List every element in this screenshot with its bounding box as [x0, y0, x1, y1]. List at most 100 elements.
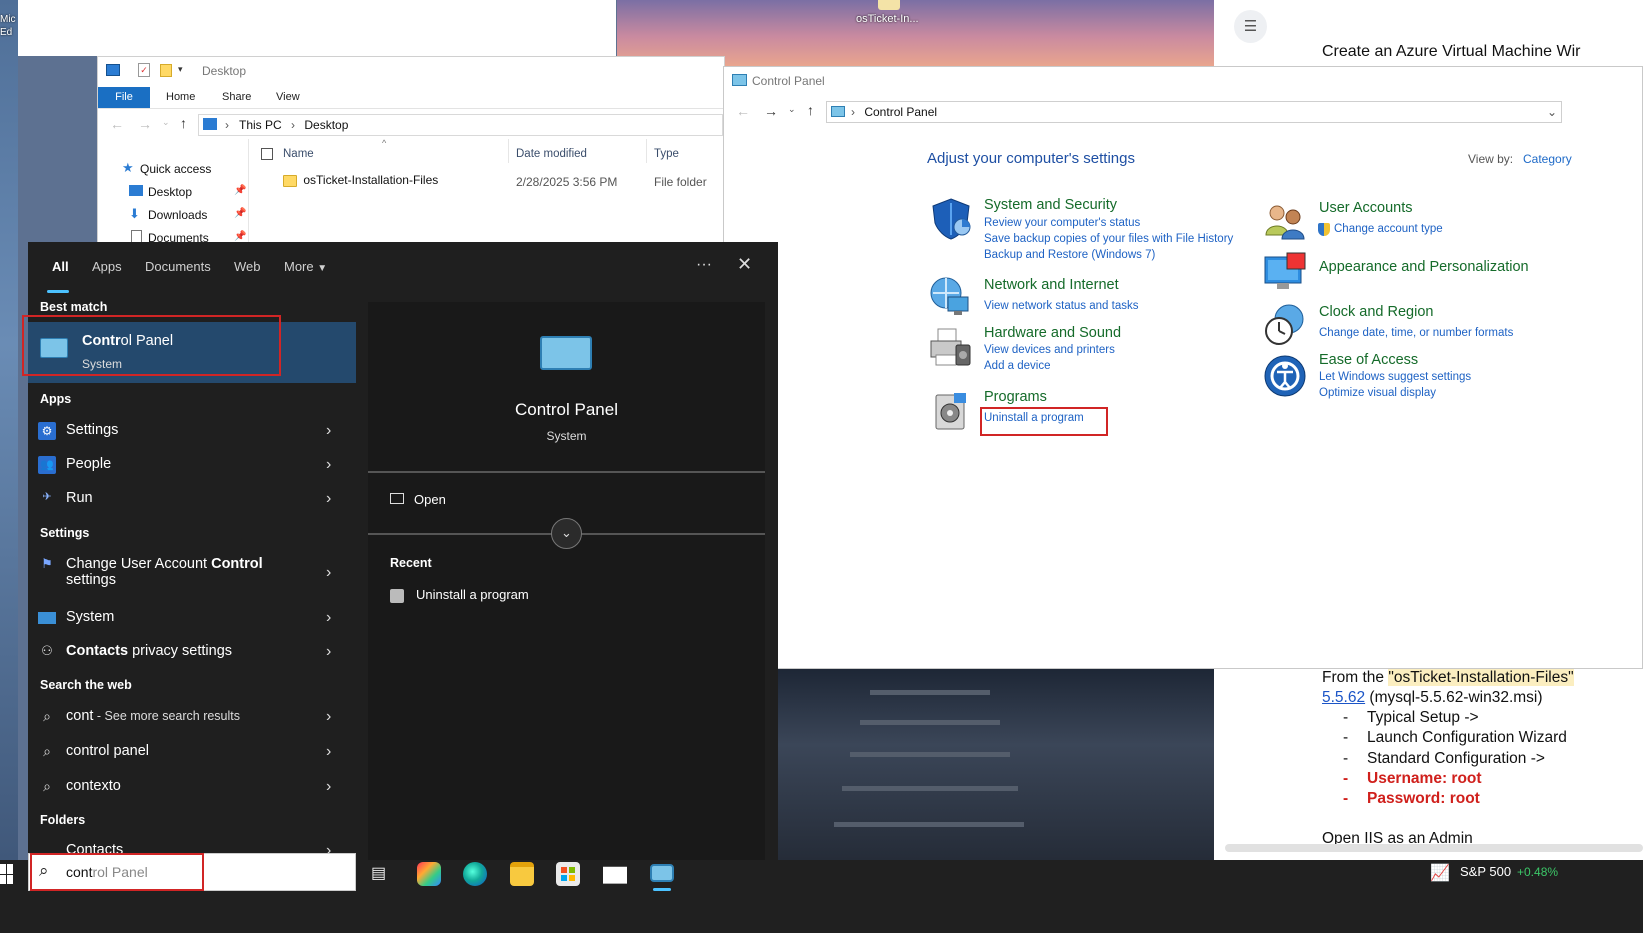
desktop-left-icon-label[interactable]: Mic Ed — [0, 13, 16, 39]
run-icon: ✈ — [42, 491, 52, 503]
doc-scrollbar[interactable] — [1225, 844, 1643, 852]
accessibility-icon[interactable] — [1263, 354, 1307, 398]
chevron-right-icon: › — [326, 643, 332, 660]
properties-icon[interactable]: ✓ — [138, 63, 150, 77]
doc-bullet: - Username: root — [1343, 770, 1482, 787]
copilot-icon[interactable] — [417, 862, 441, 886]
tab-apps[interactable]: Apps — [92, 259, 122, 274]
table-row[interactable]: osTicket-Installation-Files 2/28/2025 3:… — [283, 173, 723, 191]
store-icon[interactable] — [556, 862, 580, 886]
category-appearance[interactable]: Appearance and Personalization — [1319, 259, 1529, 275]
ticker-name[interactable]: S&P 500 — [1460, 864, 1511, 879]
ellipsis-icon[interactable]: ··· — [696, 256, 712, 274]
column-date-modified[interactable]: Date modified — [516, 148, 587, 160]
control-panel-window-icon — [732, 74, 747, 86]
app-people[interactable]: 👥 People › — [28, 456, 356, 480]
task-view-icon[interactable]: ▤ — [371, 863, 386, 883]
nav-downloads[interactable]: Downloads — [148, 208, 207, 222]
web-result[interactable]: ⌕ contexto › — [28, 778, 356, 802]
file-explorer-icon[interactable] — [510, 862, 534, 886]
ribbon-tab-home[interactable]: Home — [154, 87, 207, 108]
tab-all[interactable]: All — [52, 259, 69, 274]
clock-icon[interactable] — [1263, 303, 1307, 347]
tab-web[interactable]: Web — [234, 259, 261, 274]
sort-up-icon: ^ — [382, 138, 387, 148]
category-ease-of-access[interactable]: Ease of Access — [1319, 352, 1418, 368]
link-backup-restore[interactable]: Backup and Restore (Windows 7) — [984, 249, 1155, 261]
shield-icon[interactable] — [929, 197, 973, 241]
category-user-accounts[interactable]: User Accounts — [1319, 200, 1413, 216]
users-icon[interactable] — [1263, 201, 1307, 245]
setting-contacts-privacy[interactable]: ⚇ Contacts privacy settings › — [28, 643, 356, 667]
ribbon-tab-view[interactable]: View — [264, 87, 312, 108]
up-arrow-icon[interactable]: ↑ — [180, 115, 187, 131]
forward-arrow-icon[interactable]: → — [764, 103, 778, 119]
category-programs[interactable]: Programs — [984, 389, 1047, 405]
link-devices-printers[interactable]: View devices and printers — [984, 344, 1115, 356]
category-system-security[interactable]: System and Security — [984, 197, 1117, 213]
qat-dropdown-icon[interactable]: ▾ — [178, 64, 183, 75]
open-action[interactable]: Open — [390, 492, 750, 516]
category-network-internet[interactable]: Network and Internet — [984, 277, 1119, 293]
printer-icon[interactable] — [928, 325, 972, 369]
windows-start-icon[interactable] — [0, 864, 13, 884]
forward-arrow-icon[interactable]: → — [138, 116, 152, 132]
recent-dropdown-icon[interactable]: ⌄ — [788, 104, 796, 115]
edge-icon[interactable] — [463, 862, 487, 886]
address-dropdown-icon[interactable]: ⌄ — [1547, 102, 1557, 122]
back-arrow-icon[interactable]: ← — [736, 103, 750, 119]
web-result[interactable]: ⌕ control panel › — [28, 743, 356, 767]
link-add-device[interactable]: Add a device — [984, 360, 1051, 372]
mysql-link[interactable]: 5.5.62 — [1322, 689, 1365, 706]
cp-address-bar[interactable]: › Control Panel ⌄ — [826, 101, 1562, 123]
web-result[interactable]: ⌕ cont - See more search results › — [28, 708, 356, 732]
breadcrumb-sep: › — [225, 118, 229, 132]
column-divider — [646, 139, 647, 163]
link-network-status[interactable]: View network status and tasks — [984, 300, 1138, 312]
desktop-folder-icon[interactable] — [878, 0, 900, 10]
app-settings[interactable]: ⚙ Settings › — [28, 422, 356, 446]
link-review-status[interactable]: Review your computer's status — [984, 217, 1140, 229]
link-optimize-display[interactable]: Optimize visual display — [1319, 387, 1436, 399]
monitor-icon[interactable] — [1263, 251, 1307, 295]
outline-icon[interactable]: ☰ — [1234, 10, 1267, 43]
up-arrow-icon[interactable]: ↑ — [807, 102, 814, 118]
nav-quick-access[interactable]: Quick access — [140, 162, 211, 176]
recent-item[interactable]: Uninstall a program — [390, 587, 750, 603]
recent-dropdown-icon[interactable]: ⌄ — [162, 117, 170, 128]
setting-uac[interactable]: ⚑ Change User Account Control settings › — [28, 556, 356, 596]
back-arrow-icon[interactable]: ← — [110, 116, 124, 132]
category-clock-region[interactable]: Clock and Region — [1319, 304, 1433, 320]
ribbon-tab-file[interactable]: File — [98, 87, 150, 108]
breadcrumb-control-panel[interactable]: Control Panel — [864, 105, 937, 119]
app-run[interactable]: ✈ Run › — [28, 490, 356, 514]
link-date-time-formats[interactable]: Change date, time, or number formats — [1319, 327, 1513, 339]
nav-desktop[interactable]: Desktop — [148, 185, 192, 199]
setting-system[interactable]: System › — [28, 609, 356, 633]
link-suggest-settings[interactable]: Let Windows suggest settings — [1319, 371, 1471, 383]
network-icon[interactable] — [928, 275, 972, 319]
breadcrumb-this-pc[interactable]: This PC — [239, 118, 282, 132]
column-name[interactable]: Name — [283, 148, 314, 160]
expand-chevron-icon[interactable]: ⌄ — [551, 518, 582, 549]
close-icon[interactable]: ✕ — [737, 254, 752, 275]
gear-icon: ⚙ — [38, 422, 56, 440]
search-icon: ⌕ — [43, 778, 51, 794]
link-file-history[interactable]: Save backup copies of your files with Fi… — [984, 233, 1233, 245]
select-all-checkbox[interactable] — [261, 148, 273, 160]
desktop-icon-label[interactable]: osTicket-In... — [856, 13, 919, 25]
link-change-account-type[interactable]: Change account type — [1334, 223, 1443, 235]
new-folder-icon[interactable] — [160, 64, 172, 77]
programs-icon[interactable] — [930, 389, 974, 433]
ticker-change[interactable]: +0.48% — [1517, 865, 1558, 879]
tab-documents[interactable]: Documents — [145, 259, 211, 274]
ribbon-tab-share[interactable]: Share — [210, 87, 263, 108]
column-type[interactable]: Type — [654, 148, 679, 160]
tab-more[interactable]: More ▼ — [284, 259, 327, 274]
category-hardware-sound[interactable]: Hardware and Sound — [984, 325, 1121, 341]
explorer-address-bar[interactable]: › This PC › Desktop — [198, 114, 723, 136]
view-by-dropdown[interactable]: Category — [1523, 152, 1572, 166]
breadcrumb-desktop[interactable]: Desktop — [304, 118, 348, 132]
control-panel-taskbar-icon[interactable] — [650, 864, 674, 882]
pc-icon — [203, 118, 217, 130]
